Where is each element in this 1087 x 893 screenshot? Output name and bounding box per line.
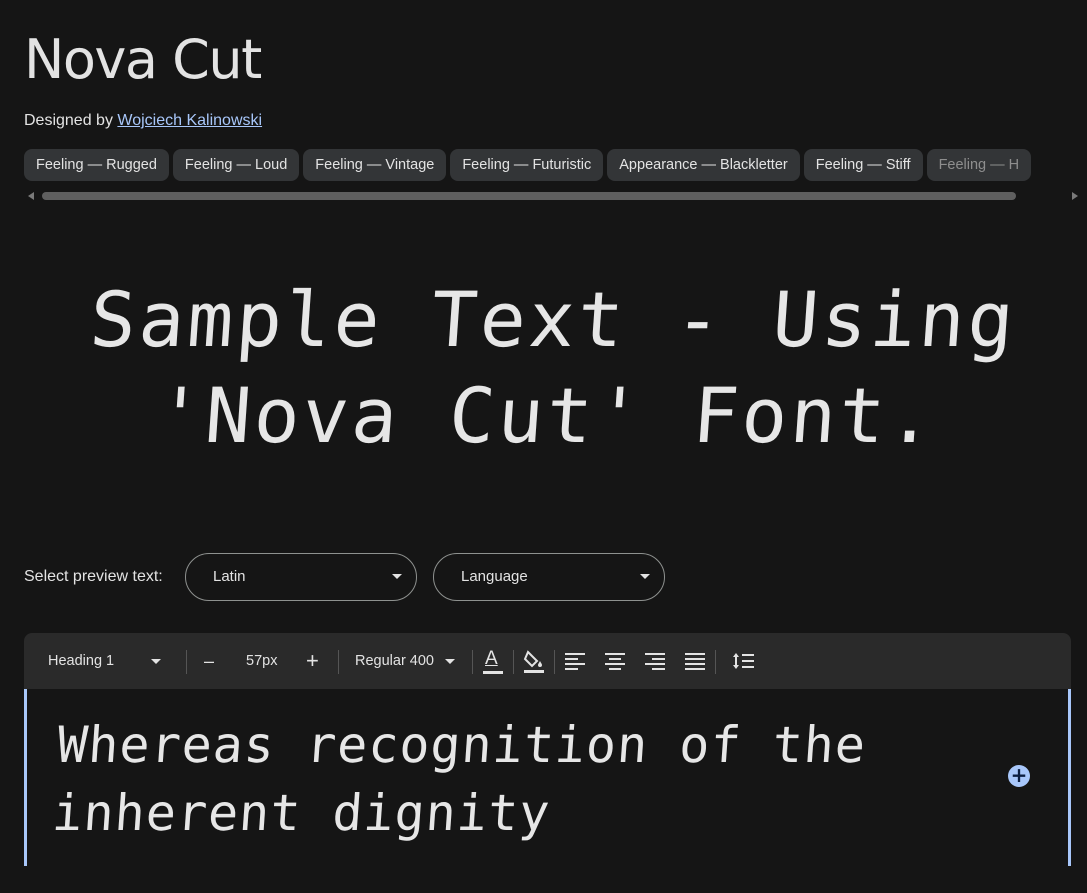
toolbar-divider [513,650,514,674]
script-select[interactable]: Latin [185,553,417,601]
text-color-button[interactable]: A [479,647,507,675]
designed-by-label: Designed by [24,112,113,129]
tag-chip[interactable]: Feeling — Loud [172,149,300,181]
preview-text-label: Select preview text: [24,568,163,585]
caret-down-icon [445,659,455,664]
sample-text-preview: Sample Text - Using 'Nova Cut' Font. [87,275,1020,460]
align-center-button[interactable] [601,647,629,675]
line-height-icon [733,653,754,669]
editor-text[interactable]: Whereas recognition of the inherent dign… [50,711,960,847]
tag-chip[interactable]: Feeling — Stiff [803,149,923,181]
text-color-icon: A [485,648,498,669]
toolbar-divider [472,650,473,674]
designer-link[interactable]: Wojciech Kalinowski [117,112,262,129]
tag-chip[interactable]: Appearance — Blackletter [607,149,800,181]
caret-down-icon [640,574,650,579]
line-height-button[interactable] [729,647,757,675]
chips-fade-overlay [1047,149,1087,182]
decrease-size-button[interactable]: – [204,633,218,689]
tag-chips-row: Feeling — Rugged Feeling — Loud Feeling — … [24,149,1087,182]
justify-button[interactable] [681,647,709,675]
tags-scrollbar[interactable] [24,190,1078,202]
scroll-right-arrow-icon[interactable] [1072,192,1078,200]
toolbar-divider [554,650,555,674]
weight-dropdown[interactable]: Regular 400 [355,633,465,689]
weight-dropdown-value: Regular 400 [355,653,434,669]
toolbar-divider [186,650,187,674]
editor-toolbar: Heading 1 – 57px + Regular 400 A [24,633,1071,689]
designer-line: Designed by Wojciech Kalinowski [24,110,262,132]
font-specimen-page: Nova Cut Designed by Wojciech Kalinowski… [0,0,1087,893]
language-select[interactable]: Language [433,553,665,601]
text-color-swatch [483,671,503,674]
script-select-value: Latin [213,568,246,585]
fill-color-button[interactable] [520,647,548,675]
tag-chip[interactable]: Feeling — Futuristic [450,149,604,181]
toolbar-divider [715,650,716,674]
tag-chip[interactable]: Feeling — Vintage [303,149,447,181]
style-dropdown-value: Heading 1 [48,653,115,669]
scrollbar-thumb[interactable] [42,192,1016,200]
paint-bucket-icon [523,650,544,673]
tag-chip[interactable]: Feeling — Rugged [24,149,169,181]
page-title: Nova Cut [24,28,262,91]
caret-down-icon [151,659,161,664]
align-left-button[interactable] [561,647,589,675]
font-size-value[interactable]: 57px [246,633,277,689]
toolbar-divider [338,650,339,674]
scroll-left-arrow-icon[interactable] [28,192,34,200]
align-right-button[interactable] [641,647,669,675]
preview-editor[interactable]: Whereas recognition of the inherent dign… [24,689,1071,866]
tag-chip[interactable]: Feeling — H [926,149,1032,181]
language-select-value: Language [461,568,528,585]
caret-down-icon [392,574,402,579]
style-dropdown[interactable]: Heading 1 [48,633,168,689]
increase-size-button[interactable]: + [306,633,319,689]
add-preview-button[interactable]: + [1008,765,1030,787]
